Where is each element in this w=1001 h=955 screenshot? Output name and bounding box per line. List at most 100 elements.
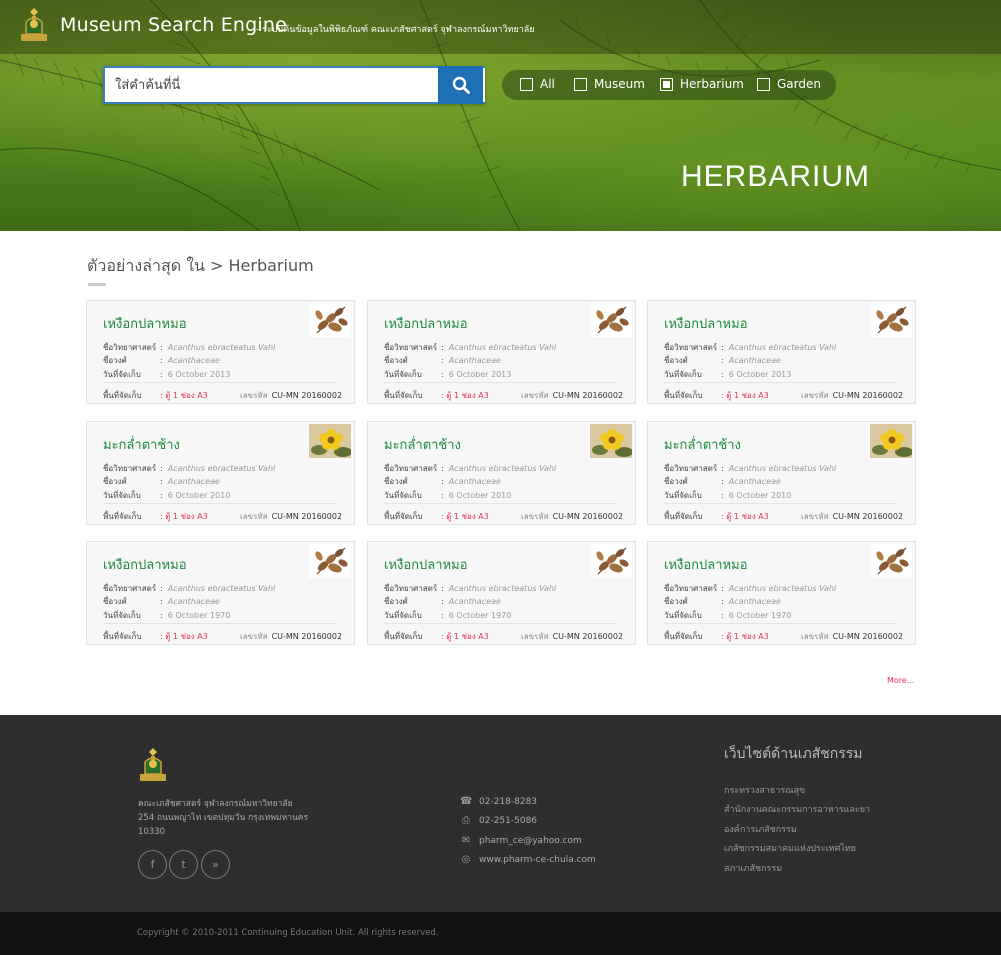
contact-text: 02-218-8283 xyxy=(479,796,538,807)
fax-icon: ⎙ xyxy=(462,815,470,826)
specimen-title[interactable]: มะกล่ำตาช้าง xyxy=(664,434,741,455)
specimen-card[interactable]: เหงือกปลาหมอ ชื่อวิทยาศาสตร์: Acanthus eb… xyxy=(647,541,916,645)
section-divider xyxy=(88,283,106,286)
footer-link[interactable]: องค์การเภสัชกรรม xyxy=(724,822,797,836)
more-link[interactable]: More... xyxy=(887,676,914,685)
date-row: วันที่จัดเก็บ: 6 October 2010 xyxy=(384,491,512,500)
date-row: วันที่จัดเก็บ: 6 October 2013 xyxy=(103,370,231,379)
footer-address: คณะเภสัชศาสตร์ จุฬาลงกรณ์มหาวิทยาลัย 254… xyxy=(138,797,338,839)
card-divider xyxy=(103,623,336,624)
filter-herbarium[interactable]: Herbarium xyxy=(660,77,744,91)
specimen-card[interactable]: มะกล่ำตาช้างชื่อวิทยาศาสตร์: Acanthus eb… xyxy=(647,421,916,525)
yellow-flower-thumbnail xyxy=(590,424,632,458)
card-divider xyxy=(103,503,336,504)
phone-icon: ☎ xyxy=(460,796,473,807)
specimen-title[interactable]: เหงือกปลาหมอ xyxy=(664,554,748,575)
section-title: ตัวอย่างล่าสุด ใน > Herbarium xyxy=(87,256,314,275)
site-title[interactable]: Museum Search Engine xyxy=(60,14,287,36)
specimen-card[interactable]: มะกล่ำตาช้าง ชื่อวิทยาศาสตร์: Acanthus eb… xyxy=(86,421,355,525)
scientific-name-row: ชื่อวิทยาศาสตร์: Acanthus ebracteatus Va… xyxy=(384,584,557,593)
family-row: ชื่อวงศ์: Acanthaceae xyxy=(664,477,781,486)
filter-museum[interactable]: Museum xyxy=(574,77,645,91)
storage-row: พื้นที่จัดเก็บ: ตู้ 1 ช่อง A3 เลขรหัส CU-M… xyxy=(103,632,343,641)
search-input[interactable] xyxy=(115,74,435,96)
site-subtitle: - ระบบค้นข้อมูลในพิพิธภัณฑ์ คณะเภสัชศาสต… xyxy=(256,25,535,35)
contact-website[interactable]: ◎ www.pharm-ce-chula.com xyxy=(460,854,596,865)
address-line: 254 ถนนพญาไท เขตปทุมวัน กรุงเทพมหานคร xyxy=(138,813,309,823)
checkbox-icon[interactable] xyxy=(520,77,533,91)
checkbox-icon[interactable] xyxy=(757,77,770,91)
specimen-card[interactable]: เหงือกปลาหมอ ชื่อวิทยาศาสตร์: Acanthus eb… xyxy=(86,300,355,404)
facebook-icon[interactable]: f xyxy=(138,850,167,879)
filter-all[interactable]: All xyxy=(520,77,555,91)
specimen-title[interactable]: มะกล่ำตาช้าง xyxy=(103,434,180,455)
storage-row: พื้นที่จัดเก็บ: ตู้ 1 ช่อง A3 เลขรหัส CU-M… xyxy=(664,391,904,400)
address-line: 10330 xyxy=(138,827,166,837)
filter-garden[interactable]: Garden xyxy=(757,77,821,91)
specimen-title[interactable]: เหงือกปลาหมอ xyxy=(103,313,187,334)
card-divider xyxy=(384,503,617,504)
contact-phone: ☎ 02-218-8283 xyxy=(460,796,537,807)
footer-links-title: เว็บไซต์ด้านเภสัชกรรม xyxy=(724,746,863,762)
specimen-card[interactable]: เหงือกปลาหมอชื่อวิทยาศาสตร์: Acanthus eb… xyxy=(647,300,916,404)
specimen-card[interactable]: เหงือกปลาหมอ ชื่อวิทยาศาสตร์: Acanthus eb… xyxy=(367,300,636,404)
footer-link[interactable]: สภาเภสัชกรรม xyxy=(724,861,782,875)
filter-label: All xyxy=(540,77,555,91)
specimen-card[interactable]: มะกล่ำตาช้าง ชื่อวิทยาศาสตร์: Acanthus eb… xyxy=(367,421,636,525)
hero-banner: Museum Search Engine - ระบบค้นข้อมูลในพิ… xyxy=(0,0,1001,231)
storage-row: พื้นที่จัดเก็บ: ตู้ 1 ช่อง A3 เลขรหัส CU-M… xyxy=(103,512,343,521)
storage-row: พื้นที่จัดเก็บ: ตู้ 1 ช่อง A3 เลขรหัส CU-M… xyxy=(384,391,624,400)
specimen-title[interactable]: เหงือกปลาหมอ xyxy=(384,313,468,334)
contact-email[interactable]: ✉ pharm_ce@yahoo.com xyxy=(460,835,582,846)
contact-text[interactable]: www.pharm-ce-chula.com xyxy=(479,855,596,865)
storage-row: พื้นที่จัดเก็บ: ตู้ 1 ช่อง A3 เลขรหัส CU-M… xyxy=(103,391,343,400)
footer-link[interactable]: เภสัชกรรมสมาคมแห่งประเทศไทย xyxy=(724,841,856,855)
checkbox-icon[interactable] xyxy=(574,77,587,91)
card-divider xyxy=(103,382,336,383)
copyright-bar: Copyright © 2010-2011 Continuing Educati… xyxy=(0,912,1001,955)
faculty-logo-icon[interactable] xyxy=(18,8,50,44)
card-divider xyxy=(664,503,897,504)
twitter-icon[interactable]: t xyxy=(169,850,198,879)
date-row: วันที่จัดเก็บ: 6 October 1970 xyxy=(384,611,512,620)
category-filter-bar: All Museum Herbarium Garden xyxy=(502,70,836,100)
filter-label: Herbarium xyxy=(680,77,744,91)
search-box xyxy=(103,66,485,104)
date-row: วันที่จัดเก็บ: 6 October 2013 xyxy=(664,370,792,379)
date-row: วันที่จัดเก็บ: 6 October 1970 xyxy=(103,611,231,620)
family-row: ชื่อวงศ์: Acanthaceae xyxy=(384,597,501,606)
yellow-flower-thumbnail xyxy=(870,424,912,458)
specimen-title[interactable]: เหงือกปลาหมอ xyxy=(664,313,748,334)
scientific-name-row: ชื่อวิทยาศาสตร์: Acanthus ebracteatus Va… xyxy=(664,343,837,352)
date-row: วันที่จัดเก็บ: 6 October 2010 xyxy=(664,491,792,500)
mail-icon: ✉ xyxy=(461,835,471,846)
storage-row: พื้นที่จัดเก็บ: ตู้ 1 ช่อง A3 เลขรหัส CU-M… xyxy=(384,632,624,641)
footer-link[interactable]: สำนักงานคณะกรรมการอาหารและยา xyxy=(724,802,870,816)
dried-leaf-thumbnail xyxy=(309,544,351,578)
specimen-title[interactable]: เหงือกปลาหมอ xyxy=(103,554,187,575)
checkbox-checked-icon[interactable] xyxy=(660,77,673,91)
date-row: วันที่จัดเก็บ: 6 October 2010 xyxy=(103,491,231,500)
storage-row: พื้นที่จัดเก็บ: ตู้ 1 ช่อง A3 เลขรหัส CU-M… xyxy=(664,632,904,641)
dried-leaf-thumbnail xyxy=(870,303,912,337)
storage-row: พื้นที่จัดเก็บ: ตู้ 1 ช่อง A3 เลขรหัส CU-M… xyxy=(664,512,904,521)
dried-leaf-thumbnail xyxy=(590,544,632,578)
footer: คณะเภสัชศาสตร์ จุฬาลงกรณ์มหาวิทยาลัย 254… xyxy=(0,715,1001,912)
scientific-name-row: ชื่อวิทยาศาสตร์: Acanthus ebracteatus Va… xyxy=(664,464,837,473)
specimen-title[interactable]: เหงือกปลาหมอ xyxy=(384,554,468,575)
rss-icon[interactable]: » xyxy=(201,850,230,879)
footer-link[interactable]: กระทรวงสาธารณสุข xyxy=(724,783,805,797)
specimen-title[interactable]: มะกล่ำตาช้าง xyxy=(384,434,461,455)
specimen-card[interactable]: เหงือกปลาหมอ ชื่อวิทยาศาสตร์: Acanthus eb… xyxy=(86,541,355,645)
contact-text[interactable]: pharm_ce@yahoo.com xyxy=(479,836,582,846)
filter-label: Garden xyxy=(777,77,821,91)
search-button[interactable] xyxy=(438,66,483,104)
family-row: ชื่อวงศ์: Acanthaceae xyxy=(103,477,220,486)
family-row: ชื่อวงศ์: Acanthaceae xyxy=(384,477,501,486)
search-icon xyxy=(452,76,470,94)
address-line: คณะเภสัชศาสตร์ จุฬาลงกรณ์มหาวิทยาลัย xyxy=(138,799,293,809)
family-row: ชื่อวงศ์: Acanthaceae xyxy=(103,597,220,606)
family-row: ชื่อวงศ์: Acanthaceae xyxy=(384,356,501,365)
specimen-card[interactable]: เหงือกปลาหมอชื่อวิทยาศาสตร์: Acanthus eb… xyxy=(367,541,636,645)
globe-icon: ◎ xyxy=(461,854,471,865)
